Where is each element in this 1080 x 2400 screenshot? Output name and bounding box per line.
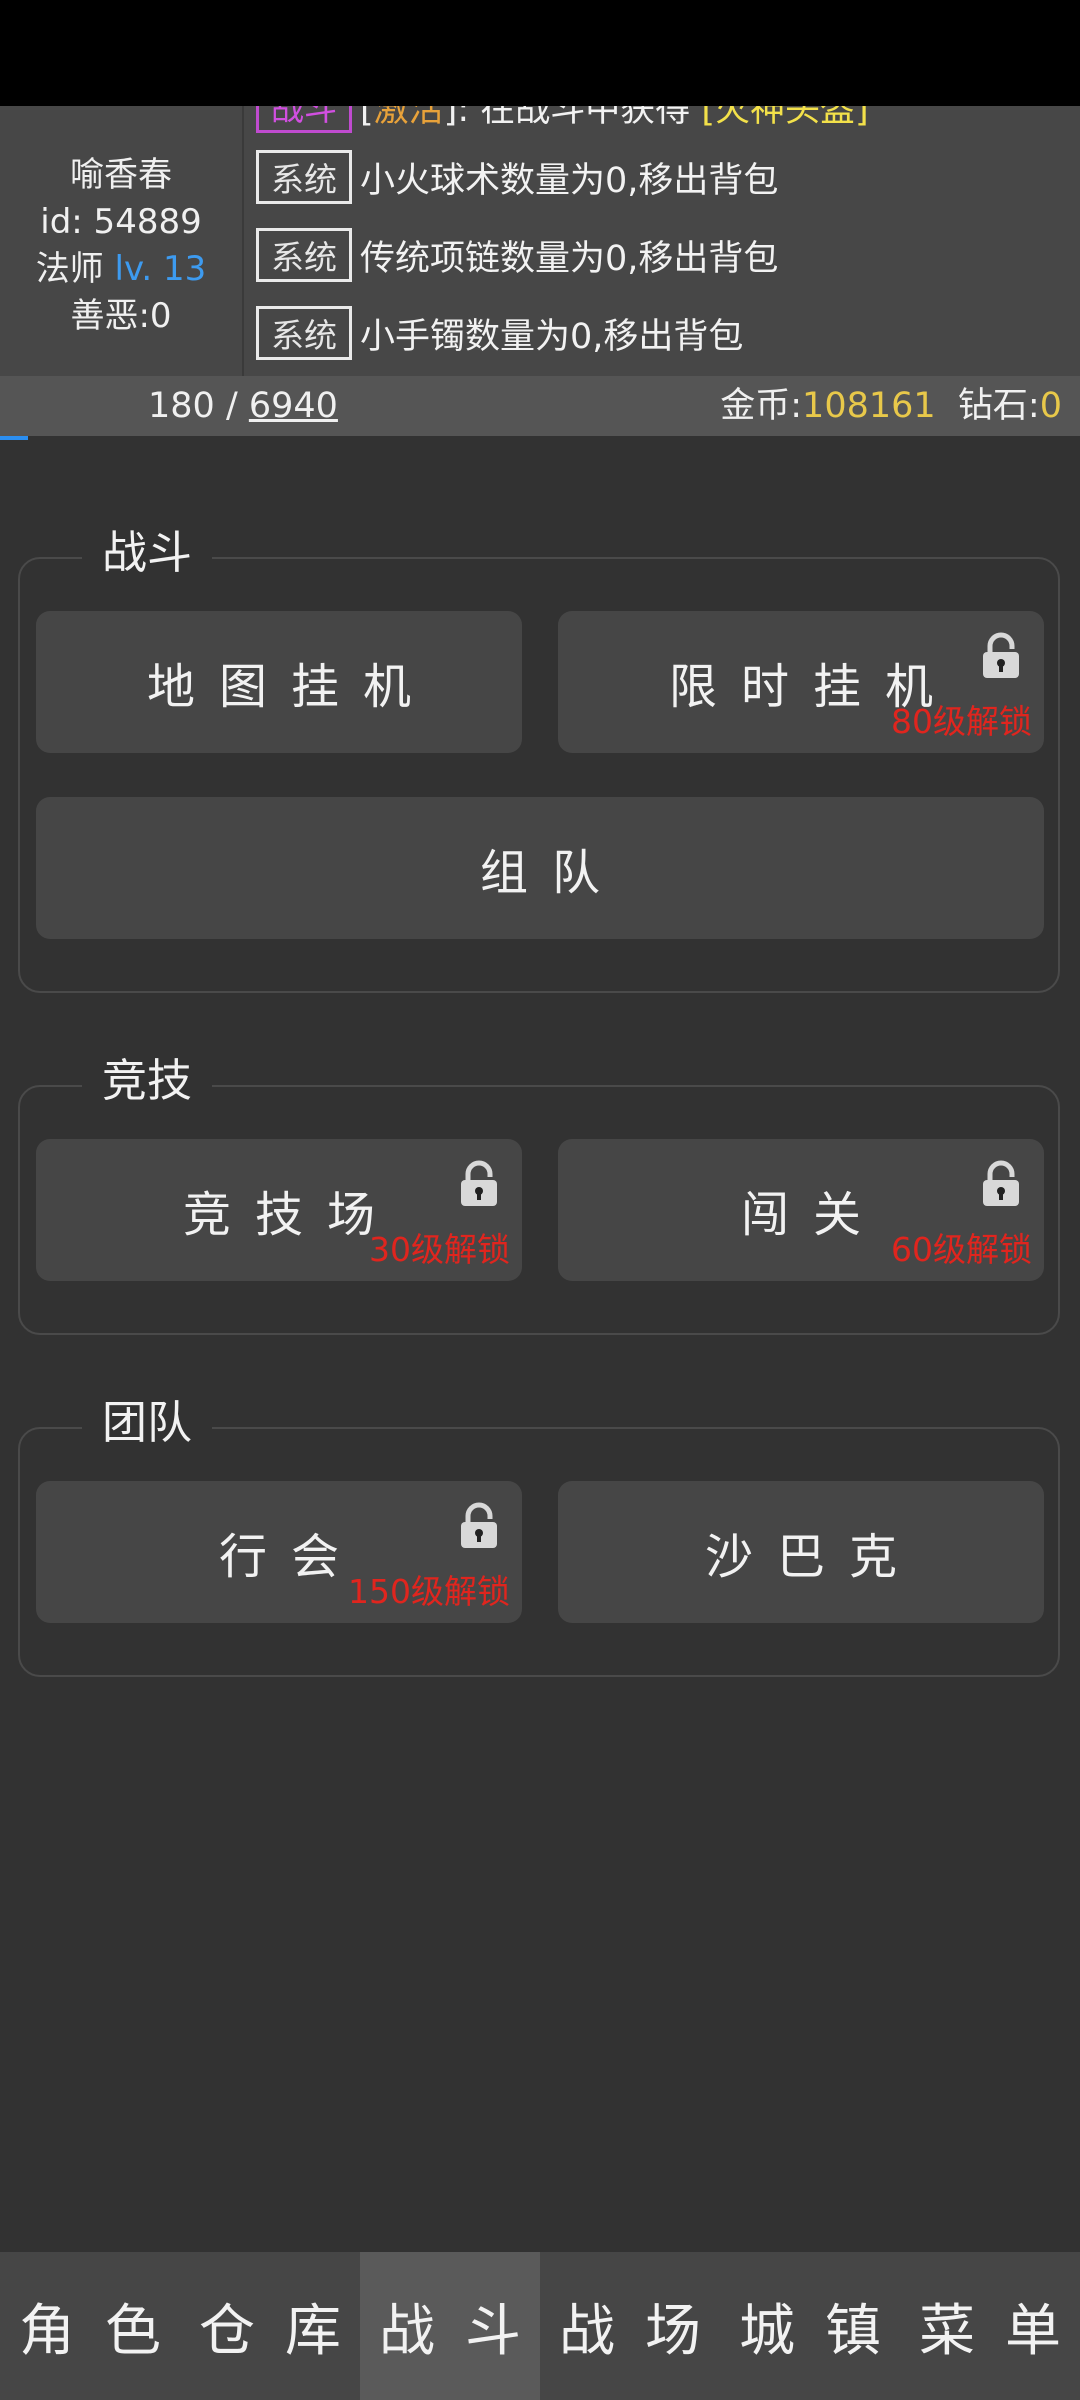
tab-town[interactable]: 城镇	[720, 2252, 900, 2400]
map-idle-button[interactable]: 地图挂机	[36, 611, 522, 753]
header-panel: 喻香春 id: 54889 法师 lv. 13 善恶:0 战斗 [激活]: 在战…	[0, 106, 1080, 376]
log-text: 小火球术数量为0,移出背包	[360, 160, 779, 201]
hp-max: 6940	[248, 386, 338, 426]
player-info[interactable]: 喻香春 id: 54889 法师 lv. 13 善恶:0	[0, 106, 244, 376]
message-log[interactable]: 战斗 [激活]: 在战斗中获得 [火神头盔] 系统 小火球术数量为0,移出背包 …	[256, 106, 1076, 376]
player-name: 喻香春	[70, 155, 172, 195]
section-team: 团队 行会 150级解锁 沙巴克	[18, 1395, 1060, 1677]
log-row: 系统 小手镯数量为0,移出背包	[256, 303, 743, 363]
padlock-icon	[983, 632, 1019, 678]
exp-progress-bar	[0, 436, 28, 440]
log-tag: 战斗	[256, 106, 352, 133]
guild-button[interactable]: 行会 150级解锁	[36, 1481, 522, 1623]
player-class-level: 法师 lv. 13	[36, 246, 207, 293]
padlock-icon	[983, 1160, 1019, 1206]
tab-character[interactable]: 角色	[0, 2252, 180, 2400]
log-text: [激活]: 在战斗中获得 [火神头盔]	[360, 106, 869, 130]
log-tag: 系统	[256, 228, 352, 282]
sabak-button[interactable]: 沙巴克	[558, 1481, 1044, 1623]
diamond-value: 0	[1039, 386, 1062, 426]
gold-value: 108161	[802, 386, 936, 426]
log-row-partial: 战斗 [激活]: 在战斗中获得 [火神头盔]	[256, 106, 869, 136]
tab-battle[interactable]: 战斗	[360, 2252, 540, 2400]
currency-readout: 金币:108161 钻石:0	[720, 386, 1062, 426]
player-class: 法师	[35, 249, 104, 289]
log-text: 传统项链数量为0,移出背包	[360, 238, 779, 279]
unlock-level-label: 150级解锁	[348, 1572, 510, 1611]
section-title: 战斗	[82, 525, 213, 581]
log-text: 小手镯数量为0,移出背包	[360, 316, 744, 357]
tab-warehouse[interactable]: 仓库	[180, 2252, 360, 2400]
hp-readout: 180 / 6940	[148, 386, 338, 426]
log-tag: 系统	[256, 306, 352, 360]
arena-button[interactable]: 竞技场 30级解锁	[36, 1139, 522, 1281]
unlock-level-label: 80级解锁	[891, 702, 1032, 741]
padlock-icon	[461, 1502, 497, 1548]
log-row: 系统 传统项链数量为0,移出背包	[256, 225, 778, 285]
resource-bar: 180 / 6940 金币:108161 钻石:0	[0, 376, 1080, 436]
section-battle: 战斗 地图挂机 限时挂机 80级解锁 组队	[18, 525, 1060, 993]
bottom-tab-bar: 角色 仓库 战斗 战场 城镇 菜单	[0, 2252, 1080, 2400]
log-row: 系统 小火球术数量为0,移出背包	[256, 147, 778, 207]
padlock-icon	[461, 1160, 497, 1206]
player-karma: 善恶:0	[70, 296, 172, 336]
status-bar	[0, 0, 1080, 106]
section-title: 竞技	[82, 1053, 213, 1109]
section-arena: 竞技 竞技场 30级解锁 闯关 60级解锁	[18, 1053, 1060, 1335]
timed-idle-button[interactable]: 限时挂机 80级解锁	[558, 611, 1044, 753]
player-level: lv. 13	[114, 249, 207, 289]
unlock-level-label: 30级解锁	[369, 1230, 510, 1269]
stage-button[interactable]: 闯关 60级解锁	[558, 1139, 1044, 1281]
section-title: 团队	[82, 1395, 213, 1451]
tab-menu[interactable]: 菜单	[900, 2252, 1080, 2400]
tab-battlefield[interactable]: 战场	[540, 2252, 720, 2400]
team-button[interactable]: 组队	[36, 797, 1044, 939]
player-id: id: 54889	[40, 202, 202, 242]
log-tag: 系统	[256, 150, 352, 204]
unlock-level-label: 60级解锁	[891, 1230, 1032, 1269]
